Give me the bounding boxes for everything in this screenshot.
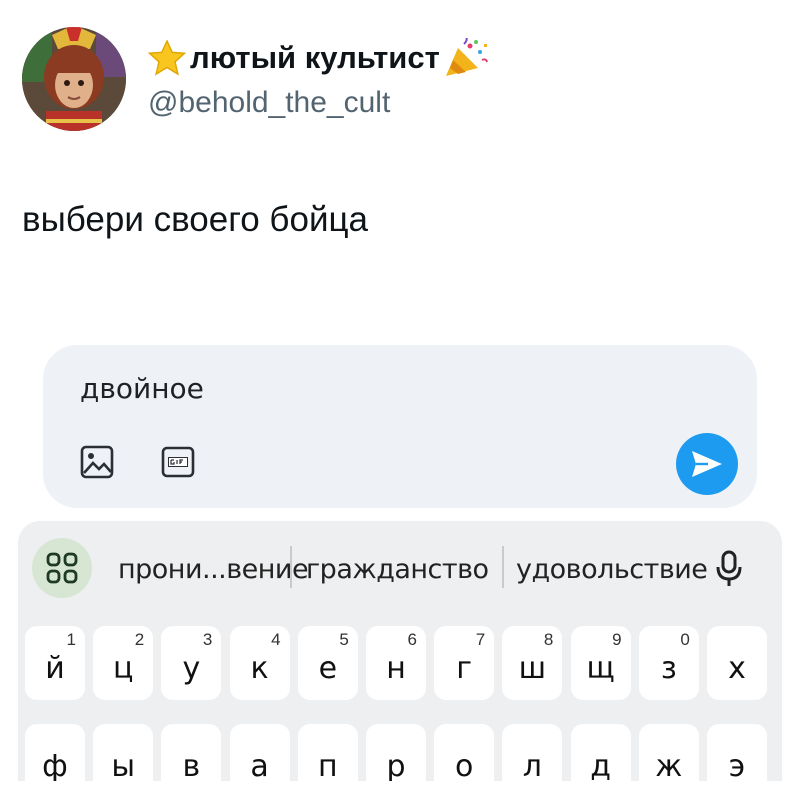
key[interactable]: е5 [297, 626, 358, 700]
key-letter: ц [112, 651, 134, 686]
key-digit-hint: 1 [66, 630, 76, 649]
suggestion-2[interactable]: гражданство [306, 554, 489, 585]
key-digit-hint: 9 [612, 630, 622, 649]
key-letter: у [182, 651, 201, 686]
key[interactable]: э [707, 724, 767, 781]
key-letter: п [317, 749, 338, 781]
compose-input[interactable]: двойное [80, 372, 204, 405]
key-letter: р [386, 749, 406, 781]
user-handle[interactable]: @behold_the_cult [148, 86, 390, 120]
display-name-text: лютый культист [190, 40, 440, 75]
image-icon[interactable] [80, 445, 114, 484]
suggestion-1[interactable]: прони...вение [118, 554, 309, 585]
key-digit-hint: 4 [271, 630, 281, 649]
key-digit-hint: 8 [543, 630, 554, 649]
key-letter: к [250, 651, 269, 686]
key-letter: н [386, 651, 406, 686]
key-letter: д [590, 749, 611, 781]
key-digit-hint: 2 [134, 630, 145, 649]
key[interactable]: п [297, 724, 358, 781]
send-icon [692, 451, 722, 477]
display-name[interactable]: лютый культист [148, 38, 488, 78]
key[interactable]: ц2 [93, 626, 154, 700]
tweet-text: выбери своего бойца [22, 200, 369, 239]
keyboard-apps-icon[interactable] [32, 538, 92, 598]
compose-box[interactable]: двойное [43, 345, 757, 508]
key-letter: в [182, 749, 201, 781]
suggestion-divider [290, 546, 292, 588]
key[interactable]: а [229, 724, 290, 781]
key-digit-hint: 5 [339, 630, 349, 649]
key-letter: ы [111, 749, 136, 781]
suggestion-divider [502, 546, 504, 588]
gif-icon[interactable] [161, 445, 195, 484]
key[interactable]: й1 [25, 626, 85, 700]
key-letter: г [456, 651, 473, 686]
key-digit-hint: 0 [680, 630, 690, 649]
key-letter: е [318, 651, 338, 686]
key[interactable]: н6 [366, 626, 426, 700]
key[interactable]: х [707, 626, 767, 700]
key[interactable]: ш8 [502, 626, 563, 700]
key[interactable]: д [570, 724, 631, 781]
star-emoji-icon [148, 40, 186, 76]
onscreen-keyboard: прони...вение гражданство удовольствие й… [18, 521, 782, 781]
key-letter: ф [42, 749, 68, 781]
key-letter: щ [586, 651, 615, 686]
key-digit-hint: 6 [407, 630, 417, 649]
party-popper-emoji-icon [445, 38, 488, 76]
key[interactable]: в [161, 724, 222, 781]
key[interactable]: з0 [638, 626, 699, 700]
suggestion-3[interactable]: удовольствие [516, 554, 708, 585]
key-letter: о [455, 749, 474, 781]
key-letter: ж [655, 749, 683, 781]
key-letter: х [728, 651, 746, 686]
key[interactable]: щ9 [570, 626, 631, 700]
key-digit-hint: 3 [202, 630, 213, 649]
key[interactable]: ы [93, 724, 154, 781]
key[interactable]: к4 [229, 626, 290, 700]
key-letter: э [728, 749, 746, 781]
key[interactable]: о [434, 724, 495, 781]
key[interactable]: ф [25, 724, 85, 781]
key[interactable]: л [502, 724, 563, 781]
key-digit-hint: 7 [475, 630, 486, 649]
key-letter: а [250, 749, 269, 781]
send-button[interactable] [676, 433, 738, 495]
microphone-icon[interactable] [714, 549, 744, 594]
key[interactable]: г7 [434, 626, 495, 700]
key-letter: л [522, 749, 542, 781]
key-letter: з [660, 651, 677, 686]
avatar[interactable] [22, 27, 126, 131]
key[interactable]: у3 [161, 626, 222, 700]
key[interactable]: ж [638, 724, 699, 781]
key[interactable]: р [366, 724, 426, 781]
key-letter: ш [518, 651, 547, 686]
key-letter: й [45, 651, 65, 686]
